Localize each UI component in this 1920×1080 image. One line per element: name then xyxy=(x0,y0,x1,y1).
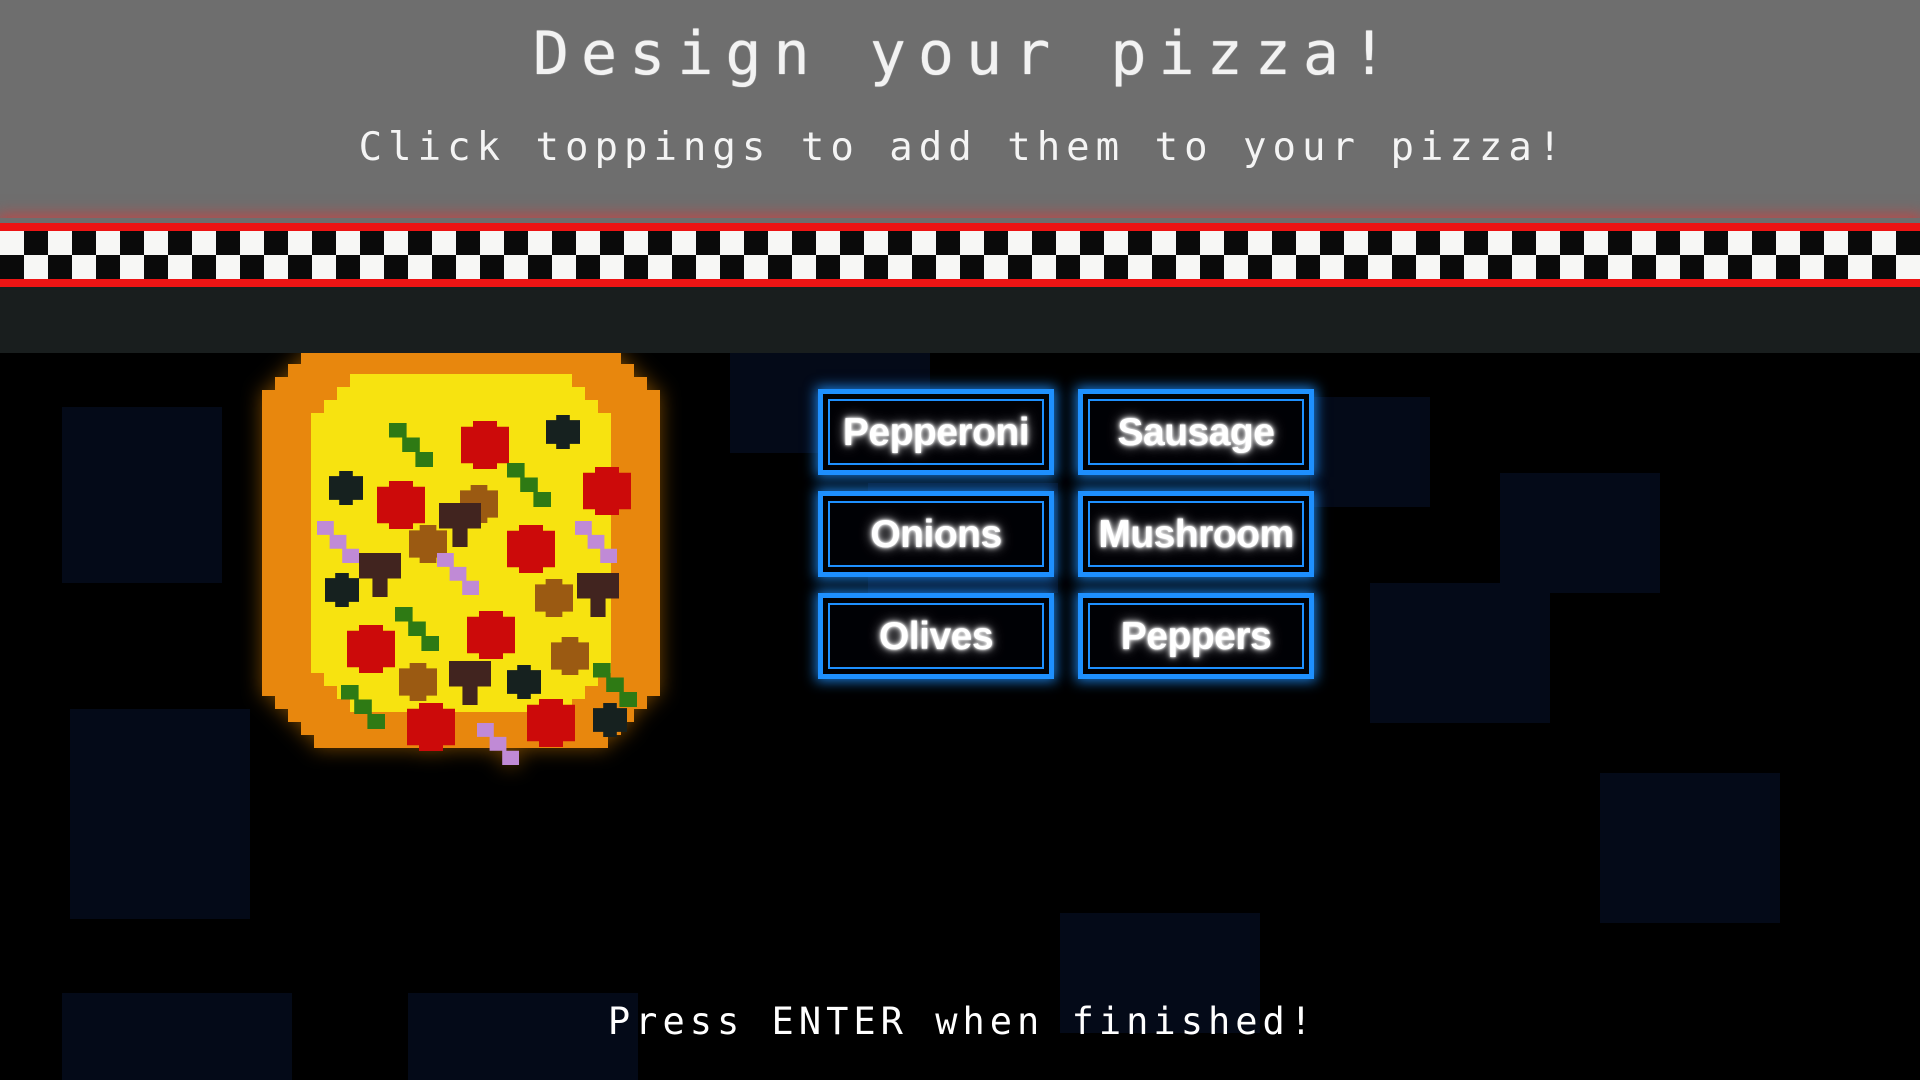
header-bar: Design your pizza! Click toppings to add… xyxy=(0,0,1920,223)
topping-button-pepperoni[interactable]: Pepperoni xyxy=(818,389,1054,475)
game-screen: Design your pizza! Click toppings to add… xyxy=(0,0,1920,1080)
topping-button-label: Peppers xyxy=(1120,614,1272,658)
topping-olive xyxy=(507,665,541,699)
topping-pepperoni xyxy=(377,481,425,529)
topping-pepper xyxy=(507,463,551,507)
topping-pepperoni xyxy=(507,525,555,573)
topping-pepper xyxy=(395,607,439,651)
footer-hint: Press ENTER when finished! xyxy=(607,1000,1318,1043)
pizza-toppings-layer xyxy=(262,353,660,765)
topping-button-mushroom[interactable]: Mushroom xyxy=(1078,491,1314,577)
topping-sausage xyxy=(535,579,573,617)
topping-pepper xyxy=(389,423,433,467)
topping-button-label: Olives xyxy=(878,614,994,658)
topping-pepper xyxy=(593,663,637,707)
topping-onion xyxy=(437,553,479,595)
topping-olive xyxy=(329,471,363,505)
checker-pattern xyxy=(0,231,1920,279)
topping-button-sausage[interactable]: Sausage xyxy=(1078,389,1314,475)
topping-button-label: Sausage xyxy=(1117,410,1275,454)
bg-block xyxy=(1500,473,1660,593)
counter-strip xyxy=(0,287,1920,353)
topping-button-label: Mushroom xyxy=(1098,512,1294,556)
bg-block xyxy=(1370,583,1550,723)
topping-button-label: Onions xyxy=(870,512,1002,556)
topping-button-grid: Pepperoni Sausage Onions Mushroom Olives Pepp… xyxy=(818,389,1314,679)
main-area: Pepperoni Sausage Onions Mushroom Olives Pepp… xyxy=(0,353,1920,1080)
topping-button-olives[interactable]: Olives xyxy=(818,593,1054,679)
bg-block xyxy=(1310,397,1430,507)
topping-onion xyxy=(575,521,617,563)
topping-sausage xyxy=(551,637,589,675)
topping-button-label: Pepperoni xyxy=(842,410,1030,454)
topping-pepperoni xyxy=(467,611,515,659)
topping-mushroom xyxy=(359,553,401,597)
instruction-text: Click toppings to add them to your pizza… xyxy=(358,125,1568,170)
bg-block xyxy=(62,407,222,583)
topping-olive xyxy=(325,573,359,607)
topping-button-onions[interactable]: Onions xyxy=(818,491,1054,577)
topping-olive xyxy=(593,703,627,737)
topping-onion xyxy=(477,723,519,765)
topping-mushroom xyxy=(449,661,491,705)
topping-pepperoni xyxy=(347,625,395,673)
topping-button-peppers[interactable]: Peppers xyxy=(1078,593,1314,679)
bg-block xyxy=(70,709,250,919)
topping-sausage xyxy=(399,663,437,701)
topping-pepperoni xyxy=(527,699,575,747)
topping-mushroom xyxy=(577,573,619,617)
page-title: Design your pizza! xyxy=(532,19,1400,89)
topping-pepper xyxy=(341,685,385,729)
checker-divider xyxy=(0,223,1920,287)
topping-pepperoni xyxy=(407,703,455,751)
topping-olive xyxy=(546,415,580,449)
topping-pepperoni xyxy=(583,467,631,515)
bg-block xyxy=(1600,773,1780,923)
topping-pepperoni xyxy=(461,421,509,469)
pizza-graphic xyxy=(262,353,660,765)
pizza[interactable] xyxy=(262,353,660,765)
topping-onion xyxy=(317,521,359,563)
